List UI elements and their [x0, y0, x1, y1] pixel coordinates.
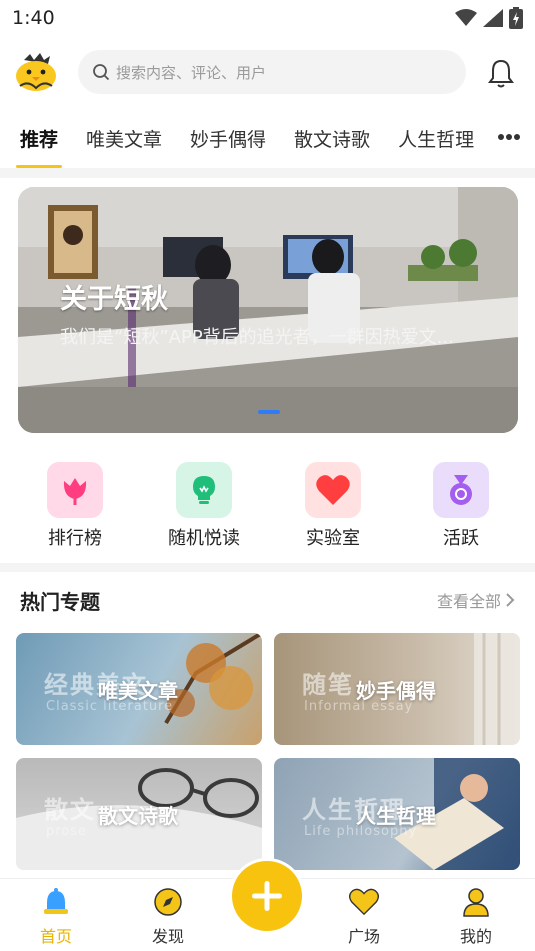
view-all-label: 查看全部	[436, 592, 501, 611]
category-tabs: 推荐 唯美文章 妙手偶得 散文诗歌 人生哲理	[0, 112, 535, 168]
bell-home-icon	[44, 888, 68, 914]
add-button-circle	[232, 861, 302, 931]
topic-bg-text: 随笔	[302, 671, 354, 699]
quick-icon-bg	[305, 462, 361, 518]
status-bar: 1:40	[0, 0, 535, 36]
banner-carousel[interactable]: 关于短秋 我们是“短秋”APP背后的追光者，一群因热爱文...	[18, 187, 518, 433]
battery-icon	[509, 7, 523, 29]
quick-label: 活跃	[443, 528, 479, 549]
nav-label: 广场	[347, 927, 380, 946]
section-title: 热门专题	[20, 589, 100, 614]
quick-ranking[interactable]: 排行榜	[25, 458, 125, 550]
nav-mine[interactable]: 我的	[436, 887, 516, 947]
add-button[interactable]	[229, 858, 305, 934]
search-bar[interactable]: 搜索内容、评论、用户	[78, 50, 466, 94]
topic-bg-sub: prose	[46, 824, 88, 839]
heart-icon	[316, 475, 350, 505]
topic-label: 唯美文章	[98, 679, 178, 703]
wifi-icon	[455, 9, 477, 26]
view-all-link[interactable]: 查看全部	[437, 588, 515, 612]
topic-label: 散文诗歌	[98, 804, 178, 828]
banner-title: 关于短秋	[60, 284, 168, 315]
bulb-icon	[193, 476, 215, 504]
quick-label: 随机悦读	[168, 528, 240, 549]
quick-icon-bg	[47, 462, 103, 518]
heart-square-icon	[349, 888, 379, 916]
banner-subtitle: 我们是“短秋”APP背后的追光者，一群因热爱文...	[60, 327, 454, 348]
top-bar: 搜索内容、评论、用户	[0, 44, 535, 100]
chevron-right-icon	[506, 593, 515, 607]
user-icon	[463, 888, 489, 917]
medal-icon	[450, 475, 472, 505]
topic-card[interactable]: 经典美文 Classic literature 唯美文章	[16, 633, 262, 745]
quick-icon-bg	[433, 462, 489, 518]
signal-icon	[483, 9, 503, 27]
quick-actions: 排行榜 随机悦读 实验室 活跃	[0, 458, 535, 558]
carousel-dot[interactable]	[258, 410, 280, 414]
divider	[0, 563, 535, 572]
notification-bell-icon[interactable]	[487, 58, 515, 88]
tab-prose-poetry[interactable]: 散文诗歌	[294, 125, 370, 152]
topic-card[interactable]: 随笔 Informal essay 妙手偶得	[274, 633, 520, 745]
nav-label: 首页	[39, 927, 72, 946]
plus-icon	[252, 881, 282, 911]
topic-label: 妙手偶得	[356, 679, 436, 703]
nav-home[interactable]: 首页	[16, 887, 96, 947]
quick-random-read[interactable]: 随机悦读	[154, 458, 254, 550]
nav-discover[interactable]: 发现	[128, 887, 208, 947]
tab-inspiration[interactable]: 妙手偶得	[190, 125, 266, 152]
search-icon	[93, 64, 110, 81]
hot-topics-header: 热门专题 查看全部	[20, 584, 515, 616]
divider	[0, 168, 535, 178]
quick-lab[interactable]: 实验室	[283, 458, 383, 550]
quick-label: 实验室	[306, 528, 360, 549]
search-placeholder: 搜索内容、评论、用户	[116, 63, 267, 82]
carousel-indicator	[258, 410, 280, 414]
quick-label: 排行榜	[48, 528, 102, 549]
quick-icon-bg	[176, 462, 232, 518]
tab-life-philosophy[interactable]: 人生哲理	[398, 125, 474, 152]
compass-icon	[154, 888, 182, 916]
tulip-icon	[63, 478, 87, 505]
topic-card[interactable]: 散文 prose 散文诗歌	[16, 758, 262, 870]
status-icons	[455, 7, 523, 29]
topic-card[interactable]: 人生哲理 Life philosophy 人生哲理	[274, 758, 520, 870]
status-time: 1:40	[12, 7, 55, 29]
tab-beautiful-articles[interactable]: 唯美文章	[86, 125, 162, 152]
tab-recommend[interactable]: 推荐	[15, 125, 63, 168]
chick-logo-icon[interactable]	[14, 50, 58, 94]
nav-square[interactable]: 广场	[324, 887, 404, 947]
topic-bg-text: 散文	[44, 796, 96, 824]
nav-label: 我的	[459, 927, 492, 946]
topic-label: 人生哲理	[356, 804, 436, 828]
more-dots-icon[interactable]	[497, 125, 521, 149]
quick-active[interactable]: 活跃	[411, 458, 511, 550]
nav-label: 发现	[151, 927, 184, 946]
